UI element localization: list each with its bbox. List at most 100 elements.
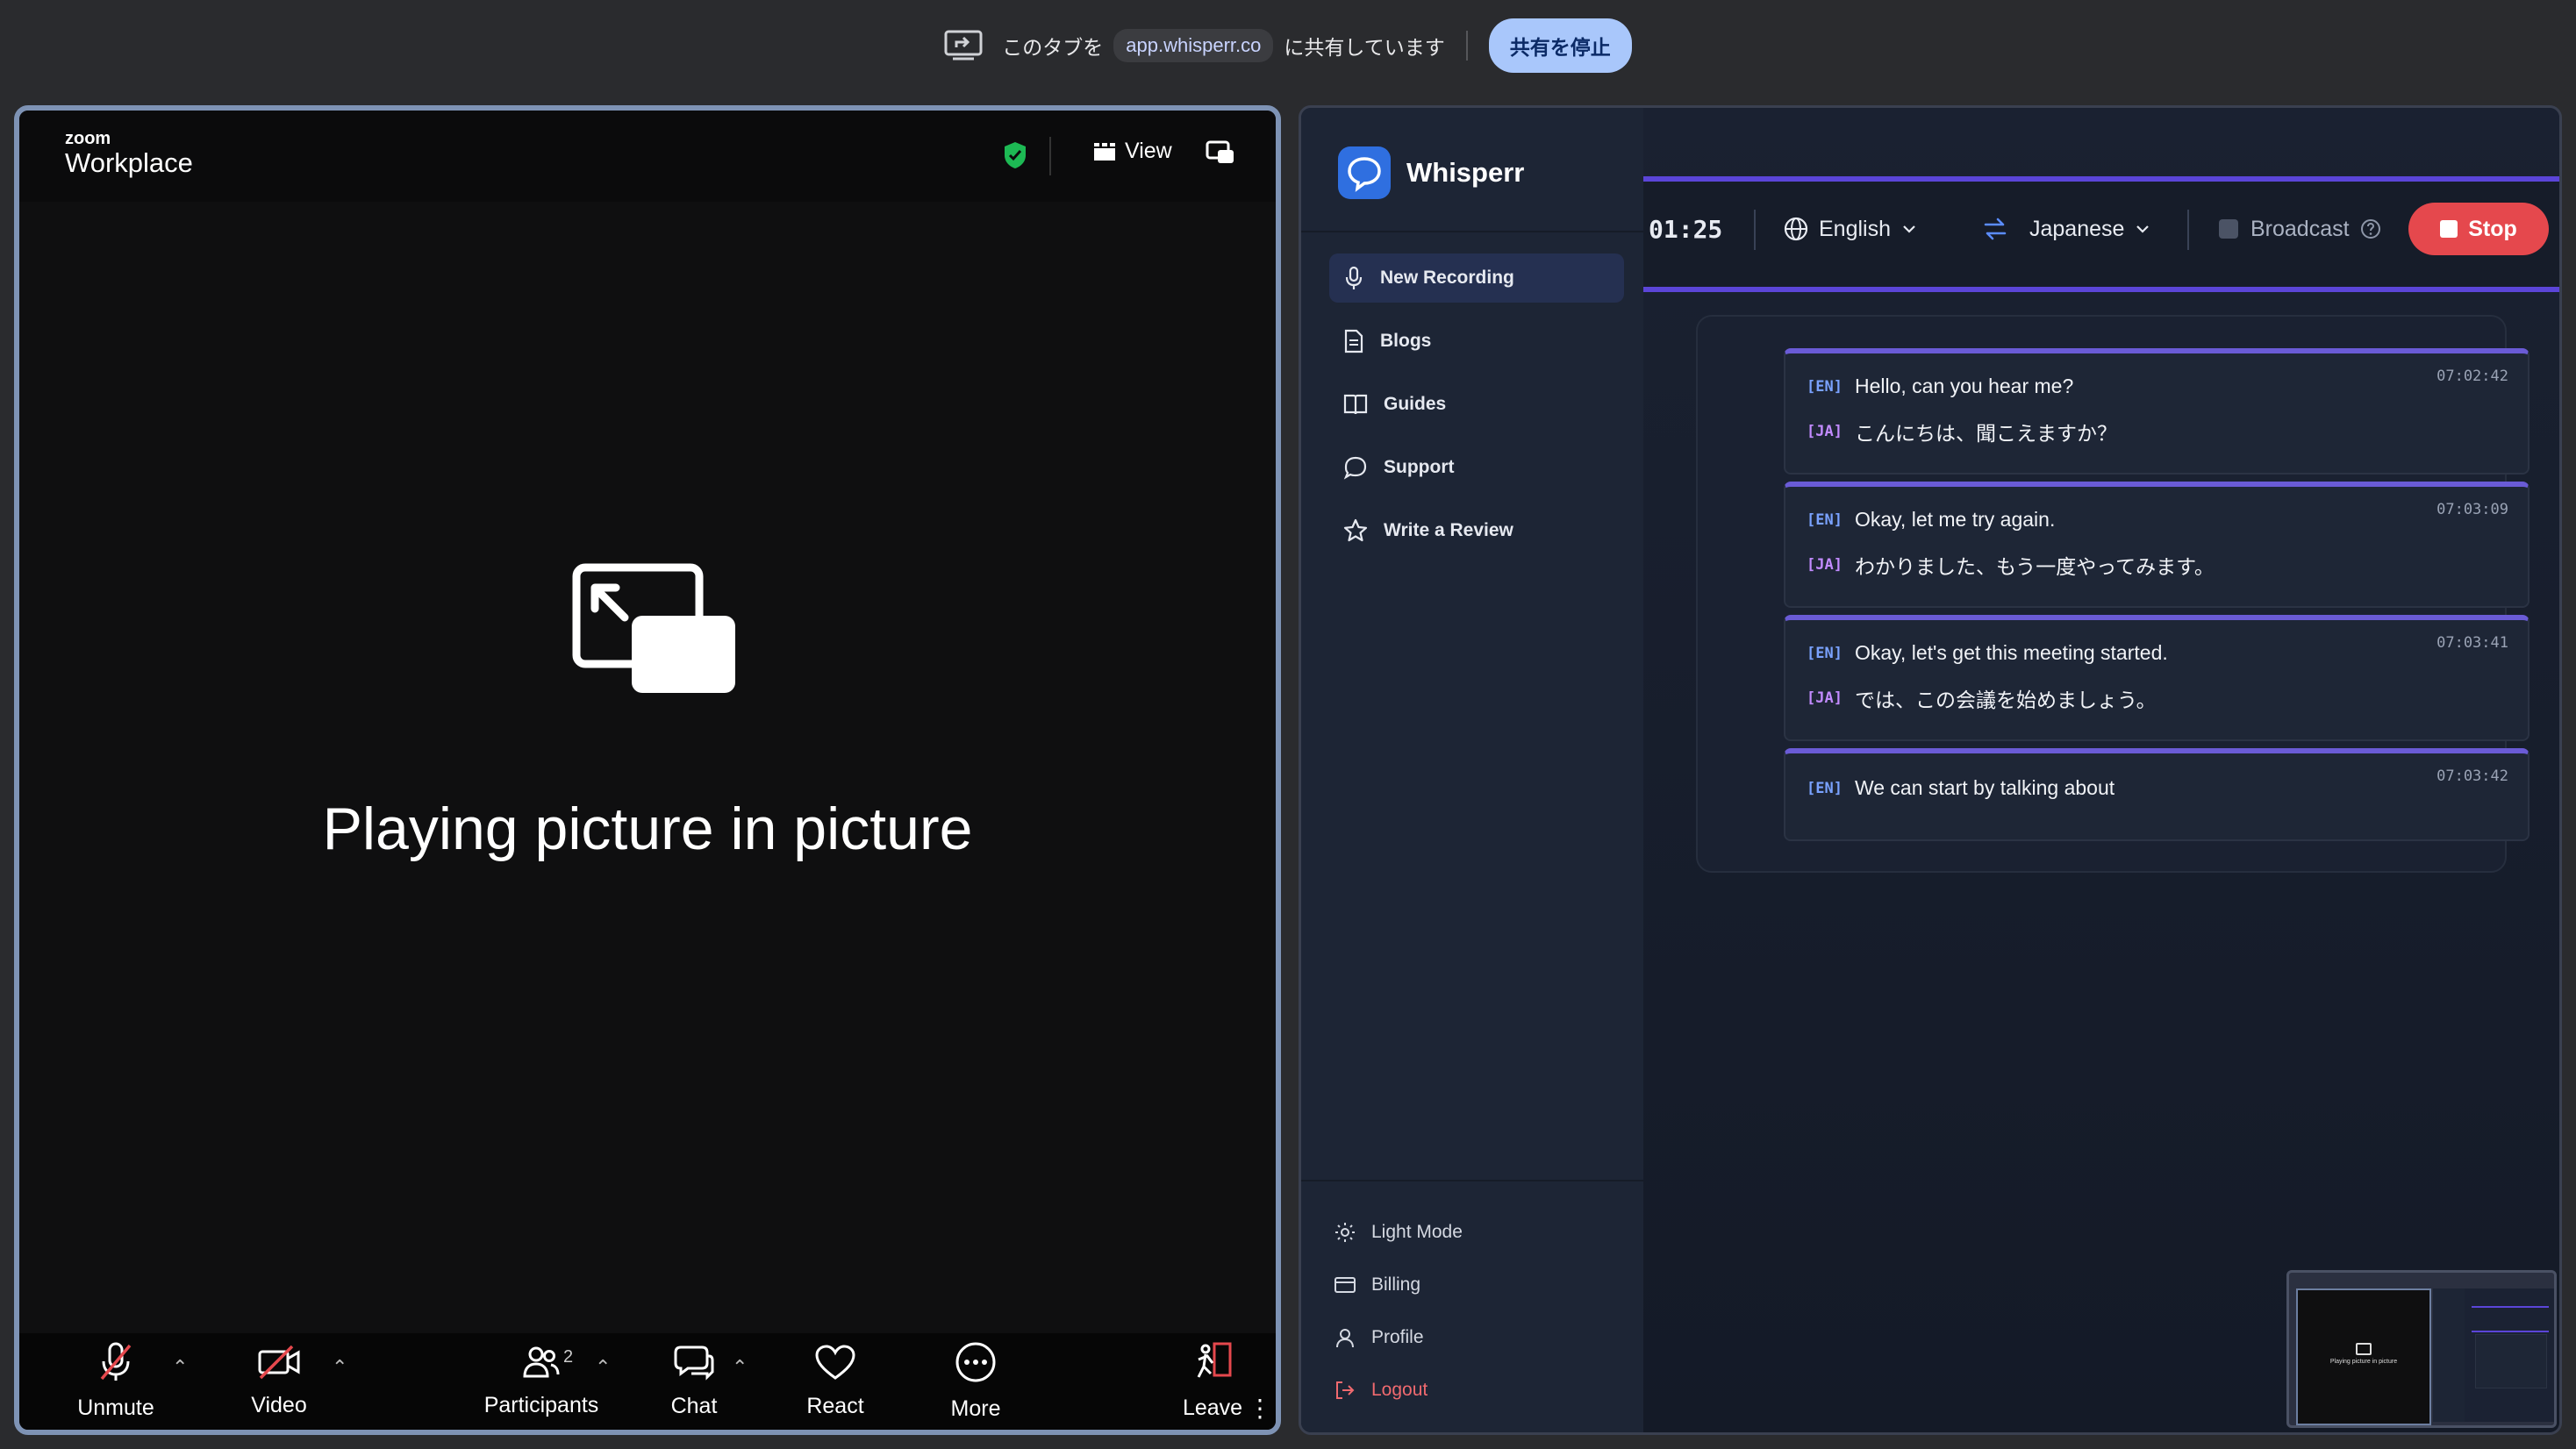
video-label: Video	[251, 1393, 307, 1417]
language-tag: [JA]	[1807, 423, 1843, 440]
user-icon	[1335, 1327, 1371, 1348]
sidebar-bottom-divider	[1301, 1180, 1643, 1181]
stop-label: Stop	[2468, 216, 2517, 241]
react-label: React	[806, 1394, 864, 1418]
profile-label: Profile	[1371, 1327, 1424, 1347]
zoom-logo: zoom Workplace	[65, 130, 193, 179]
english-text: Okay, let's get this meeting started.	[1854, 641, 2168, 664]
video-options-chevron-icon[interactable]: ⌃	[332, 1356, 347, 1379]
stop-sharing-button[interactable]: 共有を停止	[1488, 18, 1632, 73]
japanese-text: こんにちは、聞こえますか？	[1854, 422, 2117, 445]
light-mode-toggle[interactable]: Light Mode	[1335, 1215, 1463, 1250]
more-button[interactable]: More	[923, 1333, 1028, 1430]
timestamp: 07:03:09	[2436, 501, 2508, 518]
tab-share-bar: このタブを app.whisperr.co に共有しています 共有を停止	[0, 0, 2576, 91]
view-button[interactable]: View	[1093, 139, 1172, 164]
sidebar-item-support[interactable]: Support	[1329, 443, 1624, 492]
pip-thumbnail[interactable]: Playing picture in picture	[2286, 1270, 2557, 1428]
zoom-toolbar: Unmute ⌃ Video ⌃ Participants 2 ⌃ Chat ⌃…	[19, 1333, 1276, 1430]
more-icon	[955, 1341, 997, 1396]
sun-icon	[1335, 1222, 1371, 1243]
kebab-menu-icon[interactable]: ⋮	[1248, 1396, 1272, 1421]
stop-recording-button[interactable]: Stop	[2408, 203, 2549, 255]
transcript-entry: 07:03:09 [EN] Okay, let me try again. [JA…	[1784, 482, 2529, 608]
japanese-line: [JA] こんにちは、聞こえますか？	[1807, 417, 2117, 446]
grid-icon	[1093, 142, 1116, 161]
chat-options-chevron-icon[interactable]: ⌃	[732, 1356, 748, 1379]
swap-languages-icon[interactable]	[1982, 217, 2008, 241]
chat-button[interactable]: Chat	[646, 1333, 742, 1430]
react-button[interactable]: React	[783, 1333, 888, 1430]
star-icon	[1329, 518, 1384, 543]
help-icon[interactable]	[2360, 218, 2381, 239]
sidebar-item-write-review[interactable]: Write a Review	[1329, 506, 1624, 555]
heart-icon	[814, 1344, 856, 1394]
sidebar-item-new-recording[interactable]: New Recording	[1329, 253, 1624, 303]
divider	[1754, 210, 1756, 250]
participants-icon	[522, 1345, 561, 1393]
sidebar-item-guides[interactable]: Guides	[1329, 380, 1624, 429]
screen-share-icon	[944, 30, 983, 61]
language-tag: [EN]	[1807, 377, 1843, 396]
transcript-entry: 07:03:42 [EN] We can start by talking abo…	[1784, 748, 2529, 841]
chevron-down-icon	[2135, 224, 2150, 234]
audio-options-chevron-icon[interactable]: ⌃	[172, 1356, 188, 1379]
checkbox[interactable]	[2219, 219, 2238, 239]
video-button[interactable]: Video	[218, 1333, 340, 1430]
leave-button[interactable]: Leave	[1169, 1333, 1256, 1430]
globe-icon	[1784, 217, 1808, 241]
divider	[1465, 31, 1468, 61]
whisperr-brand[interactable]: Whisperr	[1338, 146, 1524, 199]
english-text: Hello, can you hear me?	[1854, 375, 2074, 397]
unmute-button[interactable]: Unmute	[54, 1333, 177, 1430]
thumbnail-pip-text: Playing picture in picture	[2329, 1359, 2398, 1365]
english-text: We can start by talking about	[1854, 776, 2115, 799]
share-text-before: このタブを	[1002, 36, 1104, 59]
target-language-value: Japanese	[2029, 216, 2125, 241]
whisperr-sidebar: Whisperr New Recording Blogs Guides Supp…	[1301, 108, 1645, 1432]
transcript-entry: 07:02:42 [EN] Hello, can you hear me? [JA…	[1784, 348, 2529, 475]
source-language-select[interactable]: English	[1784, 204, 1917, 253]
document-icon	[1329, 329, 1380, 353]
sidebar-item-blogs[interactable]: Blogs	[1329, 317, 1624, 366]
english-text: Okay, let me try again.	[1854, 508, 2056, 531]
logout-icon	[1335, 1380, 1371, 1401]
participants-button[interactable]: Participants	[467, 1333, 616, 1430]
language-tag: [EN]	[1807, 644, 1843, 662]
billing-label: Billing	[1371, 1274, 1421, 1295]
logout-link[interactable]: Logout	[1335, 1373, 1428, 1408]
timer-value: 01:25	[1649, 214, 1723, 244]
broadcast-checkbox[interactable]: Broadcast	[2219, 204, 2381, 253]
chevron-down-icon	[1901, 224, 1917, 234]
sidebar-item-label: Write a Review	[1384, 520, 1513, 540]
pip-message: Playing picture in picture	[322, 796, 973, 862]
thumbnail-zoom-pane: Playing picture in picture	[2296, 1288, 2431, 1425]
stop-square-icon	[2440, 220, 2458, 238]
timestamp: 07:03:41	[2436, 634, 2508, 652]
profile-link[interactable]: Profile	[1335, 1320, 1424, 1355]
timestamp: 07:03:42	[2436, 767, 2508, 785]
zoom-logo-small: zoom	[65, 129, 111, 148]
japanese-line: [JA] わかりました、もう一度やってみます。	[1807, 550, 2215, 580]
zoom-logo-large: Workplace	[65, 147, 193, 178]
japanese-line: [JA] では、この会議を始めましょう。	[1807, 683, 2157, 713]
language-tag: [JA]	[1807, 556, 1843, 574]
target-language-select[interactable]: Japanese	[2029, 204, 2150, 253]
billing-link[interactable]: Billing	[1335, 1267, 1420, 1303]
thumbnail-pip-icon	[2356, 1343, 2372, 1355]
english-line: [EN] Hello, can you hear me?	[1807, 375, 2073, 398]
logout-label: Logout	[1371, 1380, 1428, 1400]
english-line: [EN] Okay, let's get this meeting started…	[1807, 641, 2168, 665]
japanese-text: では、この会議を始めましょう。	[1854, 689, 2157, 711]
zoom-window: zoom Workplace View Playing picture in p…	[14, 105, 1281, 1435]
whisperr-brand-name: Whisperr	[1406, 157, 1525, 188]
picture-in-picture-icon[interactable]	[1206, 140, 1235, 169]
participants-options-chevron-icon[interactable]: ⌃	[595, 1356, 611, 1379]
more-label: More	[950, 1396, 1001, 1421]
broadcast-label: Broadcast	[2250, 216, 2350, 241]
thumbnail-recording-bar	[2472, 1306, 2549, 1332]
language-tag: [JA]	[1807, 689, 1843, 707]
thumbnail-sidebar	[2433, 1288, 2465, 1422]
shield-check-icon	[1002, 140, 1028, 175]
card-icon	[1335, 1276, 1371, 1294]
